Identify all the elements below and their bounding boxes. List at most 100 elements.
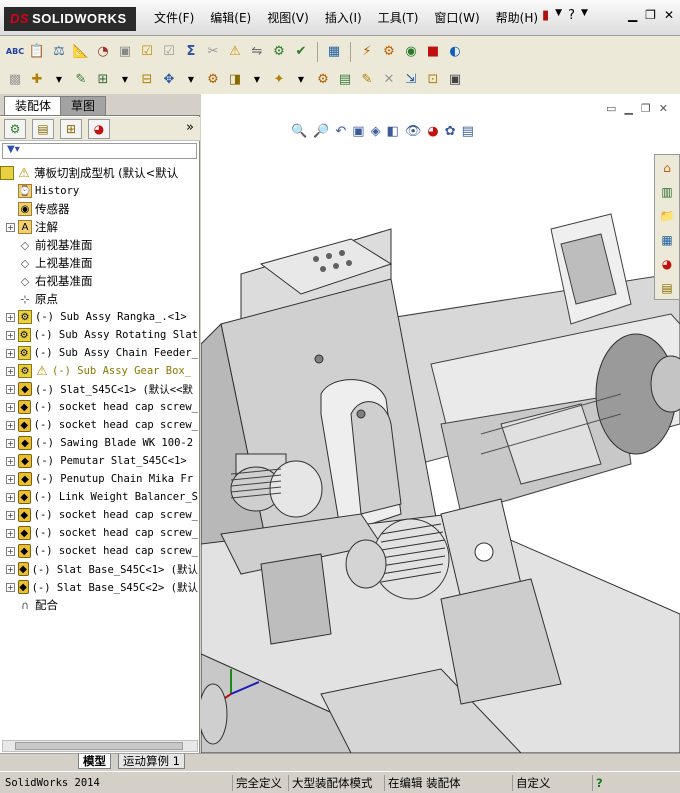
tree-item[interactable]: + ◆ (-) Penutup Chain Mika Fr (0, 470, 198, 488)
expand-icon[interactable]: + (6, 384, 15, 394)
status-help-icon[interactable]: ? (592, 775, 606, 791)
appearances-icon[interactable]: ◕ (658, 255, 676, 273)
tab-motion-study[interactable]: 运动算例 1 (118, 754, 185, 769)
menu-file[interactable]: 文件(F) (146, 10, 202, 26)
menu-view[interactable]: 视图(V) (259, 10, 317, 26)
gear-icon[interactable]: ⚙ (380, 43, 398, 61)
minimize-icon[interactable]: ▁ (628, 8, 637, 22)
exploded-line-sketch-icon[interactable]: ✎ (358, 71, 376, 89)
display-manager-icon[interactable]: ◕ (88, 118, 110, 139)
tree-item[interactable]: + A 注解 (0, 218, 198, 236)
appearance-icon[interactable]: ■ (424, 43, 442, 61)
align-icon[interactable]: ⇋ (248, 43, 266, 61)
expand-icon[interactable]: + (6, 402, 15, 412)
dropdown-icon[interactable]: ▼ (182, 71, 200, 89)
expand-icon[interactable]: + (6, 474, 15, 484)
pin-icon[interactable]: ▮ (542, 8, 549, 23)
sigma-icon[interactable]: Σ (182, 43, 200, 61)
view-settings-icon[interactable]: ▤ (462, 124, 474, 139)
design-library-icon[interactable]: ▥ (658, 183, 676, 201)
viewport-tile-icon[interactable]: ▭ (606, 102, 616, 115)
tree-root-assembly[interactable]: ⚠ 薄板切割成型机 (默认<默认 (0, 164, 198, 182)
tab-model[interactable]: 模型 (78, 754, 111, 769)
assembly-model-view[interactable] (201, 94, 680, 753)
dropdown-icon[interactable]: ▼ (292, 71, 310, 89)
close-icon[interactable]: ✕ (664, 8, 674, 22)
gauge-icon[interactable]: ◔ (94, 43, 112, 61)
table-icon[interactable]: ▦ (325, 43, 343, 61)
view-palette-icon[interactable]: ▦ (658, 231, 676, 249)
section-view-icon[interactable]: ▣ (352, 124, 364, 139)
tree-item[interactable]: ⌚ History (0, 182, 198, 200)
warning-icon[interactable]: ⚠ (226, 43, 244, 61)
dropdown-icon[interactable]: ▼ (248, 71, 266, 89)
expand-icon[interactable]: + (6, 546, 15, 556)
graphics-area[interactable]: 🔍 🔎 ↶ ▣ ◈ ◧ 👁 ◕ ✿ ▤ ▭ ▁ ❐ ✕ ⌂ ▥ 📁 ▦ ◕ ▤ (201, 94, 680, 753)
new-part-icon[interactable]: ✚ (28, 71, 46, 89)
expand-icon[interactable]: + (6, 420, 15, 430)
tree-item[interactable]: + ◆ (-) Sawing Blade WK 100-2 (0, 434, 198, 452)
render-icon[interactable]: ◐ (446, 43, 464, 61)
mate-icon[interactable]: ⊞ (94, 71, 112, 89)
tree-item[interactable]: + ◆ (-) socket head cap screw_ (0, 506, 198, 524)
tree-item[interactable]: ◇ 上视基准面 (0, 254, 198, 272)
tree-item[interactable]: + ⚙ (-) Sub Assy Chain Feeder_ (0, 344, 198, 362)
expand-icon[interactable]: + (6, 510, 15, 520)
expand-icon[interactable]: + (6, 438, 15, 448)
insert-component-icon[interactable]: ▩ (6, 71, 24, 89)
exploded-view-icon[interactable]: ◨ (226, 71, 244, 89)
tree-item[interactable]: + ⚙ ⚠ (-) Sub Assy Gear Box_ (0, 362, 198, 380)
zoom-to-fit-icon[interactable]: 🔍 (291, 124, 307, 139)
display-style-icon[interactable]: ◧ (387, 124, 399, 139)
expand-icon[interactable]: + (6, 348, 15, 358)
tree-item[interactable]: ◉ 传感器 (0, 200, 198, 218)
solidworks-resources-icon[interactable]: ⌂ (658, 159, 676, 177)
compare-icon[interactable]: ⚙ (270, 43, 288, 61)
measure-icon[interactable]: 📐 (72, 43, 90, 61)
menu-edit[interactable]: 编辑(E) (202, 10, 259, 26)
edit-appearance-icon[interactable]: ◕ (427, 124, 438, 139)
sketch-tools-icon[interactable]: ✂ (204, 43, 222, 61)
menu-window[interactable]: 窗口(W) (426, 10, 487, 26)
tree-item[interactable]: + ◆ (-) Slat_S45C<1> (默认<<默 (0, 380, 198, 398)
routing-icon[interactable]: ⚡ (358, 43, 376, 61)
tree-filter[interactable]: ▼▾ (2, 143, 197, 159)
expand-icon[interactable]: + (6, 456, 15, 466)
menu-insert[interactable]: 插入(I) (317, 10, 370, 26)
dropdown-icon[interactable]: ▼ (116, 71, 134, 89)
status-custom[interactable]: 自定义 (512, 775, 554, 791)
expand-icon[interactable]: + (6, 312, 15, 322)
help-icon[interactable]: ? (568, 8, 575, 23)
pattern-icon[interactable]: ⊟ (138, 71, 156, 89)
help-dropdown-icon[interactable]: ▼ (581, 8, 588, 23)
viewport-close-icon[interactable]: ✕ (659, 102, 668, 115)
previous-view-icon[interactable]: ↶ (335, 124, 346, 139)
restore-icon[interactable]: ❐ (645, 8, 656, 22)
checklist-icon[interactable]: ☑ (138, 43, 156, 61)
tree-item[interactable]: + ⚙ (-) Sub Assy Rotating Slat (0, 326, 198, 344)
expand-icon[interactable]: + (6, 564, 15, 574)
tree-item[interactable]: ◇ 前视基准面 (0, 236, 198, 254)
feature-tree-icon[interactable]: ⚙ (4, 118, 26, 139)
pin-dropdown-icon[interactable]: ▼ (555, 8, 562, 23)
simulation-icon[interactable]: ◉ (402, 43, 420, 61)
more-tabs-icon[interactable]: » (186, 120, 194, 135)
spell-check-icon[interactable]: ABC (6, 43, 24, 61)
balance-icon[interactable]: ⚖ (50, 43, 68, 61)
smart-fastener-icon[interactable]: ⚙ (204, 71, 222, 89)
clearance-icon[interactable]: ⇲ (402, 71, 420, 89)
tree-item[interactable]: + ◆ (-) Slat Base_S45C<2> (默认 (0, 578, 198, 596)
menu-help[interactable]: 帮助(H) (488, 10, 546, 26)
reference-geometry-icon[interactable]: ✦ (270, 71, 288, 89)
tree-item[interactable]: ◇ 右视基准面 (0, 272, 198, 290)
expand-icon[interactable]: + (6, 528, 15, 538)
edit-component-icon[interactable]: ✎ (72, 71, 90, 89)
expand-icon[interactable]: + (6, 366, 15, 376)
expand-icon[interactable]: + (6, 492, 15, 502)
new-motion-study-icon[interactable]: ⚙ (314, 71, 332, 89)
configuration-manager-icon[interactable]: ⊞ (60, 118, 82, 139)
zoom-to-area-icon[interactable]: 🔎 (313, 124, 329, 139)
tree-item[interactable]: + ◆ (-) Link Weight Balancer_S (0, 488, 198, 506)
tree-item[interactable]: + ◆ (-) Slat Base_S45C<1> (默认 (0, 560, 198, 578)
bill-of-materials-icon[interactable]: ▤ (336, 71, 354, 89)
